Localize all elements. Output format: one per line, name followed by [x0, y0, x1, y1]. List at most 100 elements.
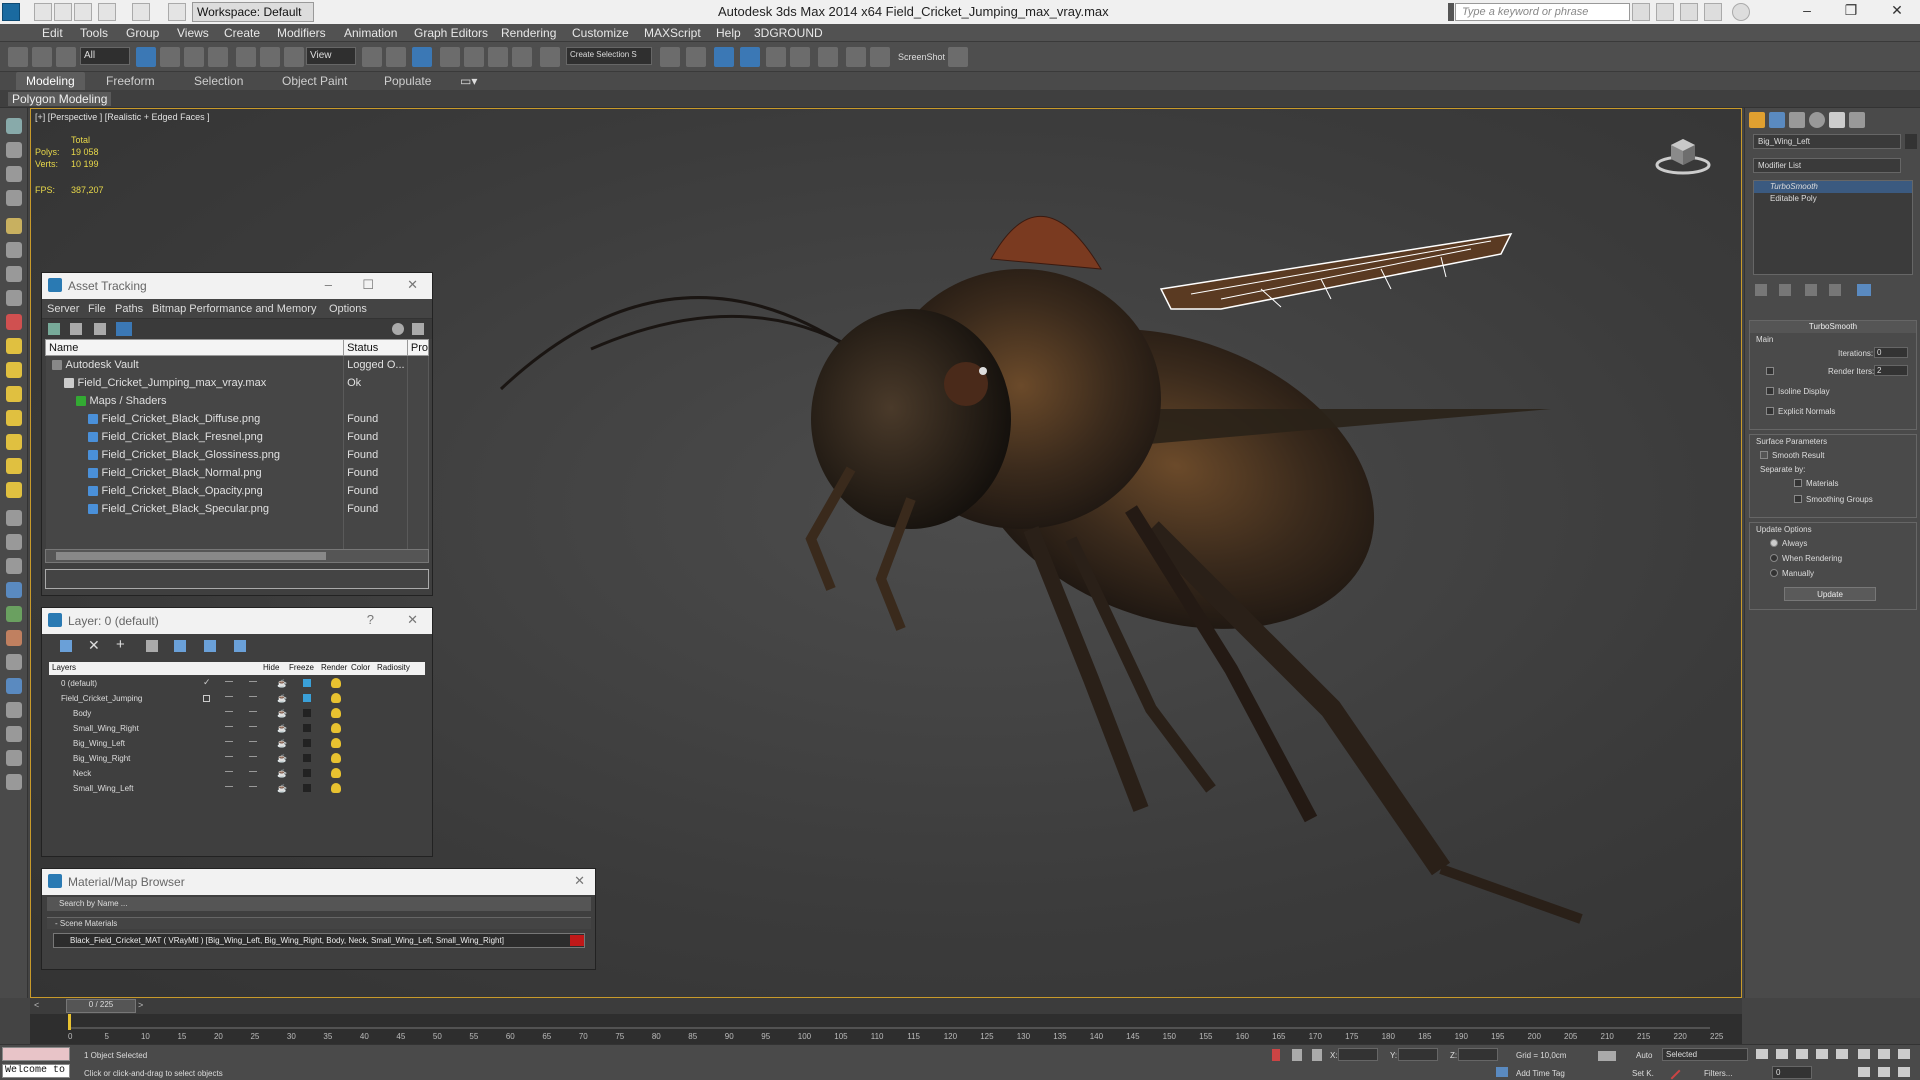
freeze-toggle[interactable] [249, 786, 257, 787]
reference-coordinate-dropdown[interactable]: View [306, 47, 356, 65]
help-icon[interactable] [392, 323, 404, 335]
stack-item-editable-poly[interactable]: Editable Poly [1754, 193, 1912, 205]
rectangular-selection-icon[interactable] [184, 47, 204, 67]
refresh-icon[interactable] [48, 323, 60, 335]
menu-help[interactable]: Help [716, 26, 741, 40]
percent-snap-icon[interactable] [488, 47, 508, 67]
list-view-icon[interactable] [70, 323, 82, 335]
pan-icon[interactable] [1878, 1067, 1890, 1077]
close-icon[interactable]: ✕ [407, 612, 418, 628]
tab-modeling[interactable]: Modeling [16, 72, 85, 90]
utility-icon[interactable] [6, 678, 22, 694]
column-hide[interactable]: Hide [263, 663, 279, 672]
layer-name[interactable]: Big_Wing_Left [73, 739, 125, 748]
mirror-icon[interactable] [660, 47, 680, 67]
minimize-icon[interactable]: – [1790, 2, 1824, 22]
absolute-mode-icon[interactable] [1312, 1049, 1322, 1061]
material-editor-icon[interactable] [818, 47, 838, 67]
show-end-result-icon[interactable] [1779, 284, 1791, 296]
cone-icon[interactable] [6, 434, 22, 450]
add-to-layer-icon[interactable]: + [116, 636, 125, 653]
track-bar[interactable]: 0 5 10 15 20 25 30 35 40 45 50 55 60 65 70 75 80 85 90 95 10… [30, 1014, 1742, 1044]
help-icon[interactable] [1732, 3, 1750, 21]
list-icon[interactable] [6, 166, 22, 182]
layer-color-swatch[interactable] [303, 769, 311, 777]
add-time-tag[interactable]: Add Time Tag [1516, 1069, 1565, 1078]
menu-maxscript[interactable]: MAXScript [644, 26, 701, 40]
help-icon[interactable]: ? [367, 612, 374, 627]
create-tab-icon[interactable] [1749, 112, 1765, 128]
column-layers[interactable]: Layers [52, 663, 76, 672]
render-setup-icon[interactable] [846, 47, 866, 67]
x-coord-field[interactable] [1338, 1048, 1378, 1061]
menu-group[interactable]: Group [126, 26, 159, 40]
restore-icon[interactable]: ❐ [1834, 2, 1868, 22]
always-radio[interactable] [1770, 539, 1778, 547]
layer-name[interactable]: Small_Wing_Right [73, 724, 139, 733]
layer-color-swatch[interactable] [303, 739, 311, 747]
menu-options[interactable]: Options [329, 303, 367, 315]
layer-name[interactable]: Big_Wing_Right [73, 754, 130, 763]
make-current-icon[interactable] [203, 695, 210, 702]
rendered-frame-window-icon[interactable] [870, 47, 890, 67]
object-name-field[interactable]: Big_Wing_Left [1753, 134, 1901, 149]
undo-icon[interactable] [98, 3, 116, 21]
motion-icon[interactable] [6, 630, 22, 646]
hide-toggle[interactable] [225, 786, 233, 787]
spacewarp-icon[interactable] [6, 534, 22, 550]
zoom-all-icon[interactable] [1878, 1049, 1890, 1059]
radiosity-bulb-icon[interactable] [331, 753, 341, 763]
explicit-normals-checkbox[interactable] [1766, 407, 1774, 415]
freeze-toggle[interactable] [249, 726, 257, 727]
binoculars-icon[interactable] [1632, 3, 1650, 21]
menu-graph-editors[interactable]: Graph Editors [414, 26, 488, 40]
highlight-selected-icon[interactable] [174, 640, 186, 652]
search-expand-icon[interactable] [1448, 3, 1454, 21]
favorites-star-icon[interactable] [1704, 3, 1722, 21]
asset-row[interactable]: Maps / Shaders [45, 391, 430, 410]
project-folder-icon[interactable] [168, 3, 186, 21]
layer-name[interactable]: Body [73, 709, 91, 718]
settings-icon[interactable] [412, 323, 424, 335]
hide-toggle[interactable] [225, 726, 233, 727]
table-view-icon[interactable] [116, 322, 132, 336]
play-icon[interactable] [1796, 1049, 1808, 1059]
asset-row[interactable]: Field_Cricket_Black_Specular.png Found [45, 499, 430, 518]
asset-row[interactable]: Field_Cricket_Black_Fresnel.png Found [45, 427, 430, 446]
material-search-input[interactable]: Search by Name ... [47, 897, 591, 911]
delete-layer-icon[interactable]: ✕ [88, 637, 100, 654]
render-iters-checkbox[interactable] [1766, 367, 1774, 375]
time-tag-icon[interactable] [1496, 1067, 1508, 1077]
render-iters-spinner[interactable]: 2 [1874, 365, 1908, 376]
modifier-list-dropdown[interactable]: Modifier List [1753, 158, 1901, 173]
utilities-tab-icon[interactable] [1849, 112, 1865, 128]
layer-row[interactable]: Small_Wing_Left ☕ [49, 781, 425, 799]
motion-tab-icon[interactable] [1809, 112, 1825, 128]
go-to-end-icon[interactable] [1836, 1049, 1848, 1059]
menu-3dground[interactable]: 3DGROUND [754, 26, 823, 40]
material-item[interactable]: Black_Field_Cricket_MAT ( VRayMtl ) [Big… [53, 933, 585, 948]
render-teapot-icon[interactable] [948, 47, 968, 67]
radiosity-bulb-icon[interactable] [331, 678, 341, 688]
light-icon[interactable] [6, 458, 22, 474]
layer-color-swatch[interactable] [303, 754, 311, 762]
go-to-start-icon[interactable] [1756, 1049, 1768, 1059]
hide-toggle[interactable] [225, 711, 233, 712]
app-logo-icon[interactable] [2, 3, 20, 21]
asset-row[interactable]: Field_Cricket_Jumping_max_vray.max Ok [45, 373, 430, 392]
keyboard-shortcut-override-icon[interactable] [412, 47, 432, 67]
active-layer-check-icon[interactable]: ✓ [203, 677, 211, 688]
freeze-toggle[interactable] [249, 696, 257, 697]
smooth-result-checkbox[interactable] [1760, 451, 1768, 459]
curve-editor-icon[interactable] [766, 47, 786, 67]
zoom-extents-icon[interactable] [1898, 1049, 1910, 1059]
render-teapot-icon[interactable]: ☕ [277, 754, 287, 763]
scene-materials-group[interactable]: - Scene Materials [47, 917, 591, 929]
selection-filter-dropdown[interactable]: All [80, 47, 130, 65]
configure-modifier-sets-icon[interactable] [1857, 284, 1871, 296]
unlink-selection-icon[interactable] [32, 47, 52, 67]
select-objects-in-layer-icon[interactable] [146, 640, 158, 652]
menu-server[interactable]: Server [47, 303, 79, 315]
screenshot-label[interactable]: ScreenShot [898, 52, 945, 62]
stack-item-turbosmooth[interactable]: TurboSmooth [1754, 181, 1912, 193]
